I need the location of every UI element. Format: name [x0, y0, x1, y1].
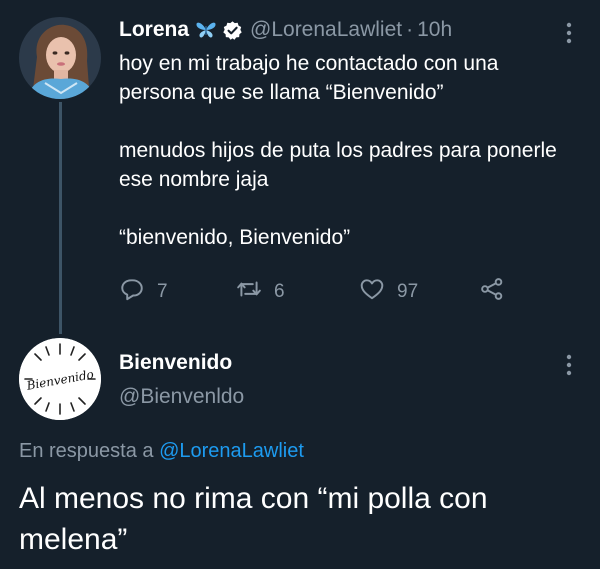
retweet-count: 6	[274, 281, 285, 302]
butterfly-icon	[195, 20, 217, 40]
author-name[interactable]: Bienvenido	[119, 351, 232, 375]
retweet-button[interactable]: 6	[236, 276, 285, 308]
tweet-paragraph: hoy en mi trabajo he contactado con una …	[119, 52, 499, 104]
tweet-paragraph: “bienvenido, Bienvenido”	[119, 226, 351, 249]
avatar-logo: Bienvenido	[19, 338, 101, 420]
mention-link[interactable]: @LorenaLawliet	[159, 440, 304, 462]
retweet-icon	[236, 276, 262, 308]
in-reply-to: En respuesta a @LorenaLawliet	[19, 440, 304, 463]
avatar-image	[19, 17, 101, 99]
share-icon	[479, 276, 505, 308]
more-options-icon[interactable]	[562, 20, 576, 51]
more-options-icon[interactable]	[562, 352, 576, 383]
share-button[interactable]	[479, 276, 505, 308]
in-reply-to-label: En respuesta a	[19, 440, 154, 462]
like-button[interactable]: 97	[359, 276, 418, 308]
tweet-thread: Lorena @LorenaLawliet · 10h hoy en mi tr…	[0, 0, 600, 569]
author-handle[interactable]: @LorenaLawliet	[250, 18, 402, 42]
tweet-paragraph: menudos hijos de puta los padres para po…	[119, 139, 557, 191]
reply-icon	[119, 276, 145, 308]
heart-icon	[359, 276, 385, 308]
tweet-header: Lorena @LorenaLawliet · 10h	[119, 18, 452, 42]
verified-badge-icon	[222, 20, 243, 41]
reply-count: 7	[157, 281, 168, 302]
avatar[interactable]	[19, 17, 101, 99]
reply-body: Al menos no rima con “mi polla con melen…	[19, 482, 488, 556]
separator-dot: ·	[406, 18, 414, 41]
tweet-timestamp[interactable]: 10h	[417, 18, 452, 42]
thread-line	[59, 102, 62, 334]
reply-button[interactable]: 7	[119, 276, 168, 308]
author-handle[interactable]: @Bienvenldo	[119, 385, 244, 409]
tweet-body: hoy en mi trabajo he contactado con una …	[119, 49, 569, 252]
author-name[interactable]: Lorena	[119, 18, 189, 42]
like-count: 97	[397, 281, 419, 302]
avatar[interactable]: Bienvenido	[19, 338, 101, 420]
